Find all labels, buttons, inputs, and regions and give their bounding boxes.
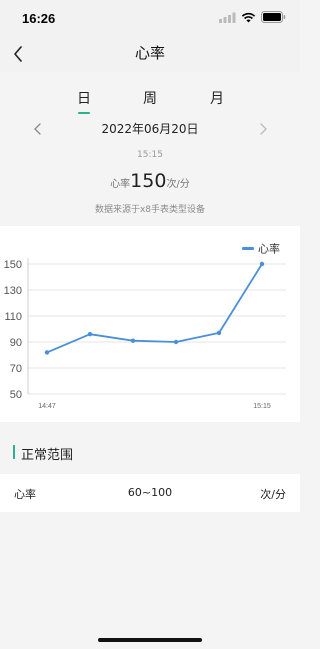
tab-month[interactable]: 月: [197, 88, 237, 108]
signal-icon: [219, 12, 236, 23]
section-title: 正常范围: [21, 448, 74, 463]
y-tick-label: 110: [4, 311, 22, 323]
y-tick-label: 90: [10, 337, 22, 349]
date-navigator: 2022年06月20日: [0, 118, 300, 140]
page-title: 心率: [134, 44, 165, 62]
battery-icon: [261, 11, 286, 23]
status-time: 16:26: [22, 11, 56, 26]
data-source-note: 数据来源于x8手表类型设备: [94, 205, 206, 215]
next-date-button[interactable]: [256, 120, 270, 138]
legend-swatch: [242, 247, 254, 250]
line-chart: 50 70 90 110 130 150 14:47 15:15 心率: [4, 242, 286, 410]
series-line: [46, 263, 263, 354]
legend-label: 心率: [258, 242, 280, 256]
reading-unit: 次/分: [166, 179, 190, 190]
tab-active-indicator: [78, 112, 90, 114]
data-point: [173, 339, 179, 345]
chevron-right-icon: [259, 123, 267, 135]
nav-bar: 心率: [0, 36, 300, 72]
status-bar: 16:26: [0, 0, 300, 36]
data-point: [130, 338, 136, 343]
date-label: 2022年06月20日: [101, 122, 199, 136]
y-tick-label: 50: [10, 389, 22, 401]
section-accent-bar: [13, 445, 15, 459]
x-tick-label: 15:15: [253, 403, 271, 410]
range-value: 60~100: [127, 486, 173, 499]
status-icons: [219, 11, 286, 23]
y-tick-label: 130: [4, 285, 22, 297]
reading-value-row: 心率150次/分: [0, 170, 300, 192]
range-unit: 次/分: [260, 488, 286, 501]
y-tick-label: 70: [10, 363, 22, 375]
normal-range-header: 正常范围: [0, 440, 300, 466]
reading-value: 150: [130, 170, 167, 192]
wifi-icon: [241, 12, 256, 22]
normal-range-row: 心率 60~100 次/分: [0, 474, 300, 512]
data-point: [44, 350, 50, 355]
tab-week[interactable]: 周: [130, 88, 170, 108]
tab-day[interactable]: 日: [64, 88, 104, 108]
heart-rate-chart: 50 70 90 110 130 150 14:47 15:15 心率: [0, 226, 300, 422]
period-tabs: 日 周 月: [0, 84, 300, 120]
reading-time: 15:15: [137, 150, 163, 160]
data-point: [87, 332, 93, 337]
home-indicator: [98, 638, 202, 642]
y-tick-label: 150: [4, 259, 22, 271]
x-tick-label: 14:47: [38, 403, 56, 410]
reading-prefix: 心率: [110, 179, 131, 190]
data-point: [259, 261, 265, 267]
data-point: [216, 330, 222, 336]
